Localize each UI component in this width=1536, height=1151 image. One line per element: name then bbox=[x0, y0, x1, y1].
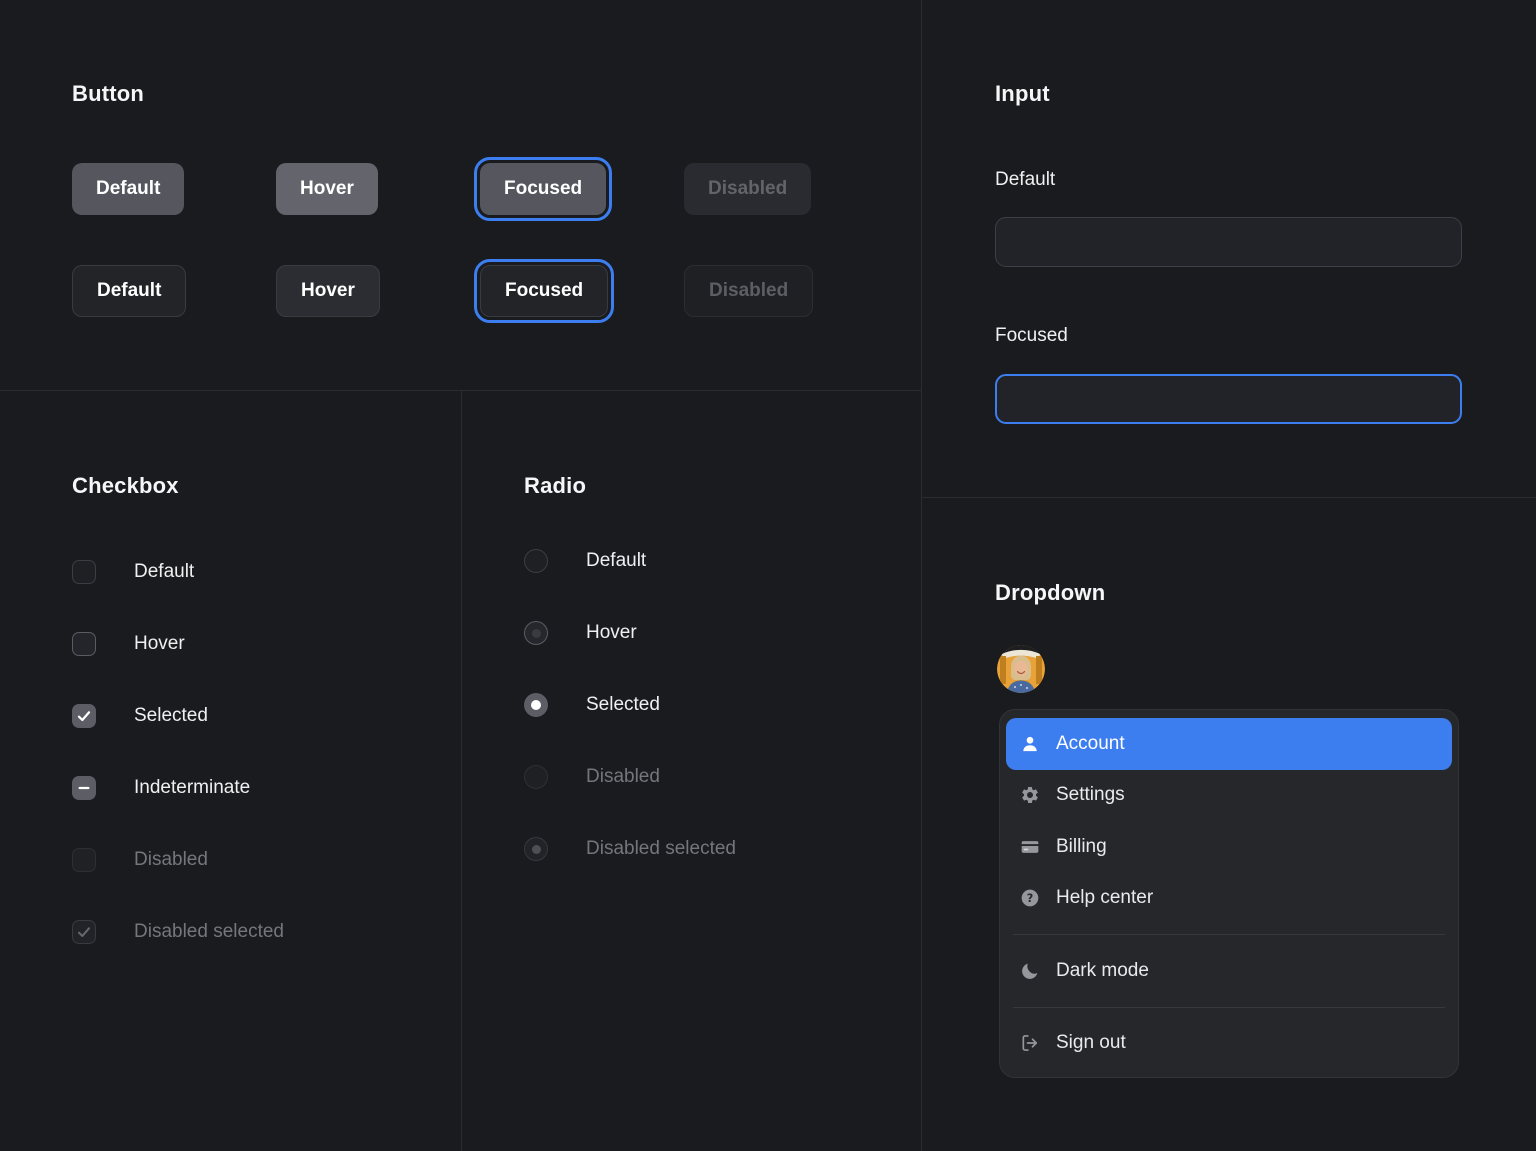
menu-divider bbox=[1013, 1007, 1445, 1008]
checkbox-disabled bbox=[72, 848, 96, 872]
button-primary-disabled: Disabled bbox=[684, 163, 811, 215]
radio-dot bbox=[532, 629, 541, 638]
checkbox-indeterminate[interactable] bbox=[72, 776, 96, 800]
button-primary-focused[interactable]: Focused bbox=[480, 163, 606, 215]
button-primary-hover[interactable]: Hover bbox=[276, 163, 378, 215]
checkbox-default-label: Default bbox=[134, 560, 194, 584]
sign-out-icon bbox=[1020, 1033, 1040, 1053]
menu-item-settings[interactable]: Settings bbox=[1006, 770, 1452, 822]
menu-item-label: Sign out bbox=[1056, 1032, 1126, 1054]
radio-disabled-selected-label: Disabled selected bbox=[586, 837, 736, 861]
radio-disabled-label: Disabled bbox=[586, 765, 660, 789]
radio-row-hover: Hover bbox=[524, 621, 736, 645]
input-default-label: Default bbox=[995, 169, 1055, 191]
radio-row-disabled-selected: Disabled selected bbox=[524, 837, 736, 861]
checkbox-hover-label: Hover bbox=[134, 632, 185, 656]
button-secondary-default[interactable]: Default bbox=[72, 265, 186, 317]
radio-default[interactable] bbox=[524, 549, 548, 573]
user-avatar[interactable] bbox=[997, 645, 1045, 693]
radio-list: Default Hover Selected Disabled Disabled… bbox=[524, 549, 736, 861]
input-focused-label: Focused bbox=[995, 325, 1068, 347]
check-icon bbox=[76, 708, 92, 724]
radio-row-default: Default bbox=[524, 549, 736, 573]
button-secondary-hover[interactable]: Hover bbox=[276, 265, 380, 317]
check-icon bbox=[76, 924, 92, 940]
checkbox-indeterminate-label: Indeterminate bbox=[134, 776, 250, 800]
checkbox-row-hover: Hover bbox=[72, 632, 284, 656]
dropdown-menu: Account Settings Billing ? Help center D bbox=[999, 709, 1459, 1078]
button-primary-default[interactable]: Default bbox=[72, 163, 184, 215]
checkbox-row-indeterminate: Indeterminate bbox=[72, 776, 284, 800]
help-circle-icon: ? bbox=[1020, 888, 1040, 908]
checkbox-disabled-selected bbox=[72, 920, 96, 944]
menu-item-account[interactable]: Account bbox=[1006, 718, 1452, 770]
radio-hover-label: Hover bbox=[586, 621, 637, 645]
credit-card-icon bbox=[1020, 837, 1040, 857]
vertical-divider-main bbox=[921, 0, 922, 1151]
checkbox-selected[interactable] bbox=[72, 704, 96, 728]
radio-disabled-selected bbox=[524, 837, 548, 861]
menu-item-label: Account bbox=[1056, 733, 1125, 755]
menu-item-sign-out[interactable]: Sign out bbox=[1006, 1018, 1452, 1070]
component-showcase: Button Default Hover Focused Disabled De… bbox=[0, 0, 1536, 1151]
moon-icon bbox=[1020, 961, 1040, 981]
indeterminate-dash-icon bbox=[76, 780, 92, 796]
menu-item-dark-mode[interactable]: Dark mode bbox=[1006, 945, 1452, 997]
radio-row-selected: Selected bbox=[524, 693, 736, 717]
menu-item-billing[interactable]: Billing bbox=[1006, 821, 1452, 873]
button-grid: Default Hover Focused Disabled Default H… bbox=[72, 163, 888, 317]
radio-selected-label: Selected bbox=[586, 693, 660, 717]
input-default-field[interactable] bbox=[995, 217, 1462, 267]
radio-default-label: Default bbox=[586, 549, 646, 573]
button-secondary-focused[interactable]: Focused bbox=[480, 265, 608, 317]
checkbox-disabled-label: Disabled bbox=[134, 848, 208, 872]
radio-dot bbox=[532, 845, 541, 854]
dropdown-section-title: Dropdown bbox=[995, 580, 1105, 606]
user-icon bbox=[1020, 734, 1040, 754]
menu-item-label: Help center bbox=[1056, 887, 1153, 909]
menu-item-label: Billing bbox=[1056, 836, 1107, 858]
menu-item-label: Settings bbox=[1056, 784, 1125, 806]
input-section-title: Input bbox=[995, 81, 1050, 107]
svg-text:?: ? bbox=[1027, 892, 1034, 905]
checkbox-row-disabled: Disabled bbox=[72, 848, 284, 872]
radio-hover[interactable] bbox=[524, 621, 548, 645]
menu-item-label: Dark mode bbox=[1056, 960, 1149, 982]
menu-item-help-center[interactable]: ? Help center bbox=[1006, 873, 1452, 925]
checkbox-row-default: Default bbox=[72, 560, 284, 584]
radio-section-title: Radio bbox=[524, 473, 586, 499]
checkbox-hover[interactable] bbox=[72, 632, 96, 656]
checkbox-default[interactable] bbox=[72, 560, 96, 584]
button-secondary-disabled: Disabled bbox=[684, 265, 813, 317]
menu-divider bbox=[1013, 934, 1445, 935]
radio-selected[interactable] bbox=[524, 693, 548, 717]
checkbox-disabled-selected-label: Disabled selected bbox=[134, 920, 284, 944]
radio-disabled bbox=[524, 765, 548, 789]
checkbox-section-title: Checkbox bbox=[72, 473, 179, 499]
gear-icon bbox=[1020, 785, 1040, 805]
checkbox-selected-label: Selected bbox=[134, 704, 208, 728]
checkbox-row-disabled-selected: Disabled selected bbox=[72, 920, 284, 944]
radio-row-disabled: Disabled bbox=[524, 765, 736, 789]
horizontal-divider-right bbox=[922, 497, 1536, 498]
button-section-title: Button bbox=[72, 81, 144, 107]
input-focused-field[interactable] bbox=[995, 374, 1462, 424]
radio-dot bbox=[531, 700, 541, 710]
user-photo bbox=[997, 645, 1045, 693]
vertical-divider-bottom bbox=[461, 390, 462, 1151]
checkbox-list: Default Hover Selected Indeterminate Dis… bbox=[72, 560, 284, 944]
checkbox-row-selected: Selected bbox=[72, 704, 284, 728]
